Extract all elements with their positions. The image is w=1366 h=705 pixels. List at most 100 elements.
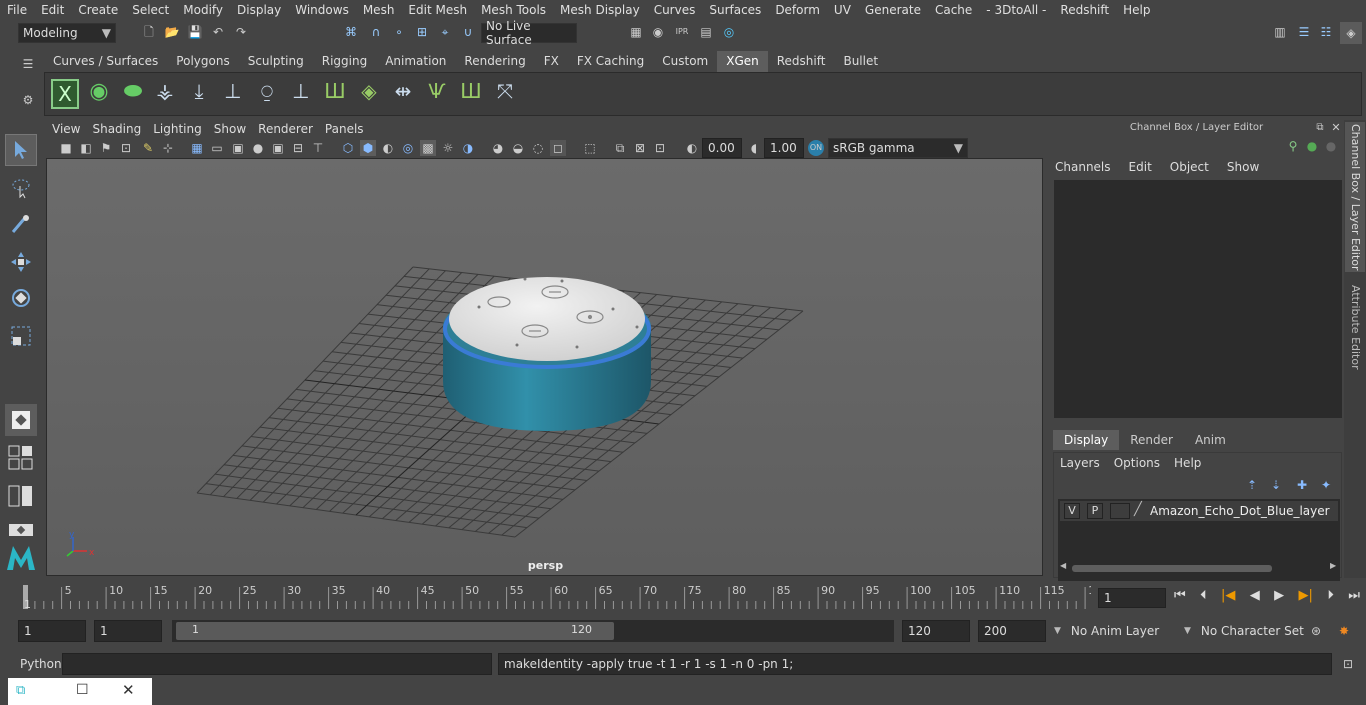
bookmark-icon[interactable]: ⚑: [98, 140, 114, 156]
layer-color-swatch[interactable]: ╱: [1134, 503, 1148, 519]
layer-menu-layers[interactable]: Layers: [1060, 456, 1100, 470]
snap-grid-icon[interactable]: ⌘: [343, 24, 359, 40]
menu-generate[interactable]: Generate: [858, 3, 928, 17]
wireframe-icon[interactable]: ⬡: [340, 140, 356, 156]
film-gate-icon[interactable]: ▭: [209, 140, 225, 156]
xgen-editor-icon[interactable]: X: [51, 79, 79, 109]
script-editor-icon[interactable]: ⊡: [1340, 656, 1356, 672]
comb-icon[interactable]: Ш: [321, 79, 349, 109]
shade-wire-icon[interactable]: ◐: [380, 140, 396, 156]
density-icon[interactable]: ◈: [355, 79, 383, 109]
shelf-gear-icon[interactable]: ⚙: [20, 92, 36, 108]
hypershade-icon[interactable]: ◎: [721, 24, 737, 40]
isolate-select-icon[interactable]: ⬚: [582, 140, 598, 156]
interactive-groom-icon[interactable]: ⬬: [119, 79, 147, 109]
play-backward-icon[interactable]: ◀: [1250, 588, 1260, 608]
end-time-field[interactable]: 200: [978, 620, 1046, 642]
next-key-icon[interactable]: ▶|: [1299, 588, 1313, 608]
new-layer-selected-icon[interactable]: ✦: [1318, 477, 1334, 493]
layer-menu-help[interactable]: Help: [1174, 456, 1201, 470]
maximize-icon[interactable]: ☐: [76, 682, 89, 698]
exposure-icon[interactable]: ◐: [684, 140, 700, 156]
lasso-tool-icon[interactable]: [5, 172, 37, 204]
safe-action-icon[interactable]: ⊟: [290, 140, 306, 156]
snap-point-icon[interactable]: ∘: [391, 24, 407, 40]
fur-length-icon[interactable]: Ш: [457, 79, 485, 109]
mode-dropdown[interactable]: Modeling ▼: [18, 23, 116, 43]
paint-select-icon[interactable]: [5, 208, 37, 240]
panel-menu-shading[interactable]: Shading: [86, 120, 147, 138]
time-slider[interactable]: 5 10 15 20 25 30 35 40 45 50 55 60 65 70 75 80 85 90 95 100…: [18, 583, 1102, 611]
step-forward-icon[interactable]: ⏵: [1327, 588, 1334, 608]
tab-sculpting[interactable]: Sculpting: [239, 51, 313, 72]
grid-icon[interactable]: ▦: [189, 140, 205, 156]
tab-redshift[interactable]: Redshift: [768, 51, 835, 72]
motion-blur-icon[interactable]: ◒: [510, 140, 526, 156]
menu-3dtoall[interactable]: - 3DtoAll -: [979, 3, 1053, 17]
gamma-field[interactable]: 1.00: [764, 138, 804, 158]
menu-mesh-tools[interactable]: Mesh Tools: [474, 3, 553, 17]
new-layer-icon[interactable]: ✚: [1294, 477, 1310, 493]
redo-icon[interactable]: ↷: [233, 24, 249, 40]
snap-view-icon[interactable]: ⊞: [414, 24, 430, 40]
display-type-toggle[interactable]: [1110, 503, 1130, 519]
layer-move-up-icon[interactable]: ⇡: [1244, 477, 1260, 493]
anim-layer-dropdown[interactable]: ▼ No Anim Layer: [1050, 620, 1174, 642]
cut-guide-icon[interactable]: ⇹: [389, 79, 417, 109]
tab-render[interactable]: Render: [1119, 430, 1184, 450]
layer-move-down-icon[interactable]: ⇣: [1268, 477, 1284, 493]
shadows-icon[interactable]: ◑: [460, 140, 476, 156]
place-splines-icon[interactable]: ⤓: [185, 79, 213, 109]
menu-select[interactable]: Select: [125, 3, 176, 17]
xray-joints-icon[interactable]: ⊠: [632, 140, 648, 156]
close-window-icon[interactable]: ✕: [122, 681, 135, 699]
menu-file[interactable]: File: [0, 3, 34, 17]
fur-grass-icon[interactable]: Ѱ: [423, 79, 451, 109]
panel-menu-lighting[interactable]: Lighting: [147, 120, 208, 138]
snap-surface-icon[interactable]: ⌖: [437, 24, 453, 40]
panel-menu-show[interactable]: Show: [208, 120, 252, 138]
scale-tool-icon[interactable]: [5, 320, 37, 352]
menu-help[interactable]: Help: [1116, 3, 1157, 17]
render-view-icon[interactable]: ◉: [650, 24, 666, 40]
perspective-viewport[interactable]: x y persp: [46, 158, 1043, 576]
menu-edit-mesh[interactable]: Edit Mesh: [401, 3, 474, 17]
channel-box-toggle-icon[interactable]: ◈: [1340, 22, 1362, 44]
new-scene-icon[interactable]: 🗋: [141, 24, 157, 40]
outliner-layout-icon[interactable]: [5, 480, 37, 512]
channel-menu-channels[interactable]: Channels: [1055, 160, 1111, 174]
tab-display[interactable]: Display: [1053, 430, 1120, 450]
attribute-panel-icon[interactable]: ☰: [1296, 24, 1312, 40]
menu-edit[interactable]: Edit: [34, 3, 71, 17]
live-surface-field[interactable]: No Live Surface: [481, 19, 577, 47]
channel-menu-edit[interactable]: Edit: [1129, 160, 1152, 174]
panel-menu-renderer[interactable]: Renderer: [252, 120, 319, 138]
tab-animation[interactable]: Animation: [376, 51, 455, 72]
safe-title-icon[interactable]: ⊤: [310, 140, 326, 156]
xray-components-icon[interactable]: ⊡: [652, 140, 668, 156]
menu-deform[interactable]: Deform: [768, 3, 827, 17]
channel-box-area[interactable]: [1054, 180, 1342, 418]
tab-xgen[interactable]: XGen: [717, 51, 768, 72]
add-spline-icon[interactable]: ⚶: [151, 79, 179, 109]
float-icon[interactable]: ⧉: [1312, 120, 1328, 136]
prev-key-icon[interactable]: |◀: [1221, 588, 1235, 608]
auto-key-icon[interactable]: ✸: [1336, 623, 1352, 639]
shelf-menu-icon[interactable]: ☰: [20, 56, 36, 72]
save-scene-icon[interactable]: 💾: [187, 24, 203, 40]
tab-attribute-editor[interactable]: Attribute Editor: [1345, 282, 1365, 372]
checker-icon[interactable]: ▩: [420, 140, 436, 156]
tab-bullet[interactable]: Bullet: [834, 51, 887, 72]
menu-modify[interactable]: Modify: [176, 3, 230, 17]
playback-toggle[interactable]: P: [1087, 503, 1103, 519]
lights-icon[interactable]: ☼: [440, 140, 456, 156]
tab-custom[interactable]: Custom: [653, 51, 717, 72]
lock-guide-icon[interactable]: ⊥: [287, 79, 315, 109]
panel-menu-panels[interactable]: Panels: [319, 120, 370, 138]
tool-settings-icon[interactable]: ☷: [1318, 24, 1334, 40]
command-language[interactable]: Python: [20, 657, 62, 671]
layer-row[interactable]: V P ╱ Amazon_Echo_Dot_Blue_layer: [1060, 501, 1338, 521]
select-guide-icon[interactable]: ⍜: [253, 79, 281, 109]
scroll-left-icon[interactable]: ◀: [1060, 561, 1066, 570]
image-plane-icon[interactable]: ⊡: [118, 140, 134, 156]
